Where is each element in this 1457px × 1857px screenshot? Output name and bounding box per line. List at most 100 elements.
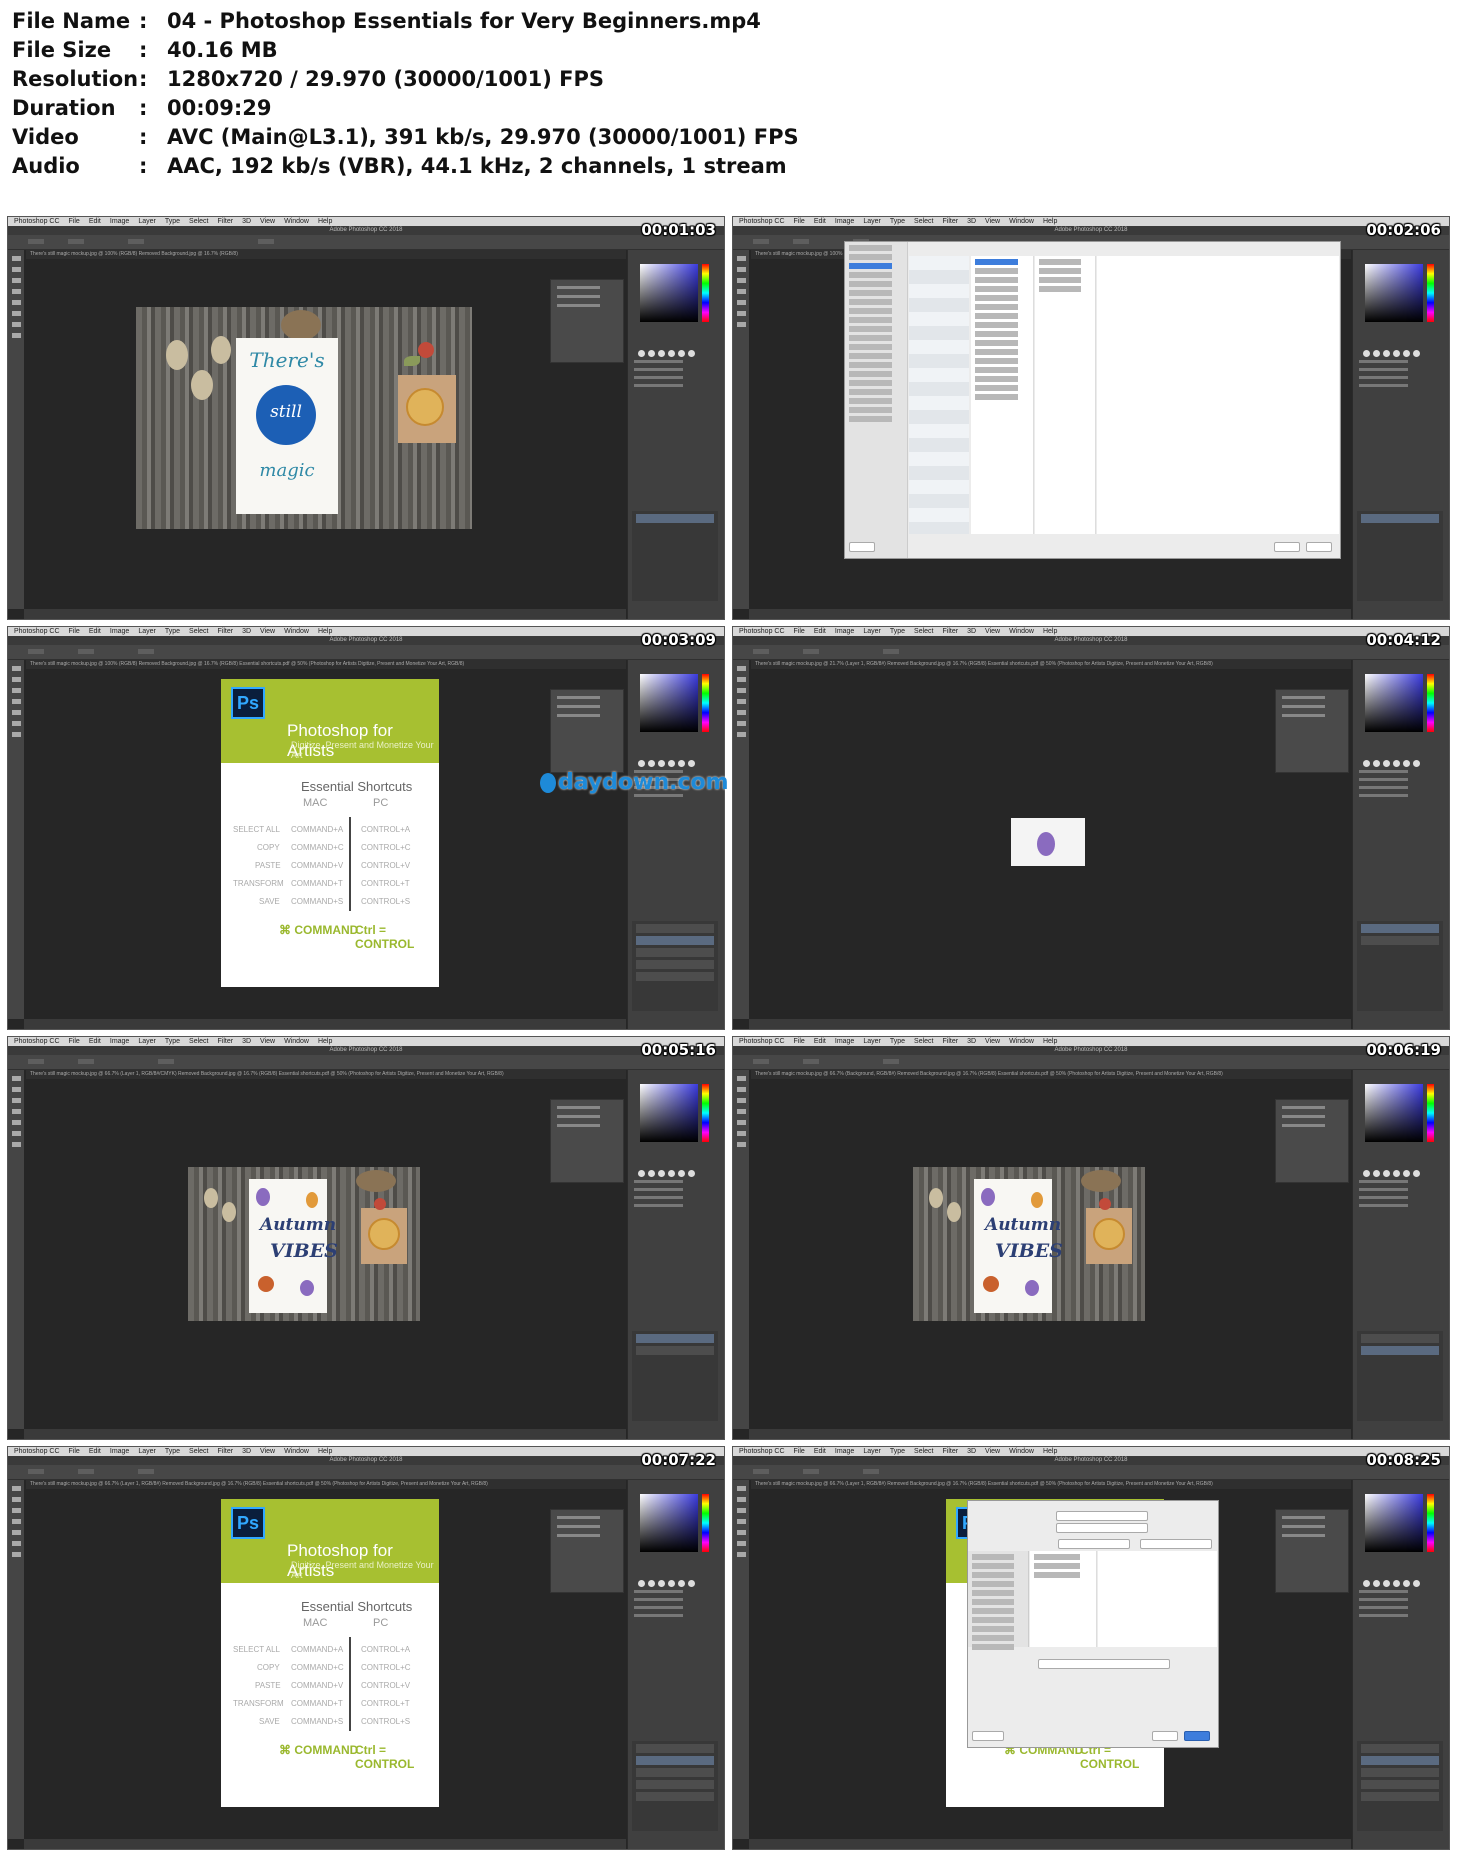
menu-item[interactable]: Filter — [943, 218, 959, 225]
menu-item[interactable]: Filter — [218, 218, 234, 225]
menu-item[interactable]: 3D — [967, 1038, 976, 1045]
files-column[interactable] — [1030, 1551, 1097, 1647]
options-button[interactable] — [849, 542, 875, 552]
menu-item[interactable]: Window — [284, 1448, 309, 1455]
canvas-area[interactable]: Autumn VIBES — [26, 1080, 626, 1429]
menu-item[interactable]: Edit — [814, 628, 826, 635]
menu-item[interactable]: Select — [914, 218, 933, 225]
brush-presets[interactable] — [1363, 342, 1437, 357]
hue-slider[interactable] — [702, 1494, 709, 1552]
cancel-button[interactable] — [1274, 542, 1300, 552]
hue-slider[interactable] — [702, 1084, 709, 1142]
menu-item[interactable]: View — [260, 1448, 275, 1455]
menu-item[interactable]: Filter — [943, 628, 959, 635]
menu-item[interactable]: Layer — [138, 1038, 156, 1045]
menu-item[interactable]: Help — [1043, 1038, 1057, 1045]
document-tabs[interactable]: There's still magic mockup.jpg @ 66.7% (… — [26, 1480, 626, 1489]
color-picker[interactable] — [640, 264, 698, 322]
open-button[interactable] — [1306, 542, 1332, 552]
menu-item[interactable]: Type — [890, 628, 905, 635]
menu-item[interactable]: 3D — [242, 1038, 251, 1045]
document-tabs[interactable]: There's still magic mockup.jpg @ 100% (R… — [26, 250, 626, 259]
menu-item[interactable]: Type — [165, 1038, 180, 1045]
menu-item[interactable]: File — [794, 628, 805, 635]
menu-item[interactable]: Select — [914, 1038, 933, 1045]
layers-panel[interactable] — [1357, 511, 1443, 601]
new-folder-button[interactable] — [972, 1731, 1004, 1741]
menu-item[interactable]: Window — [1009, 628, 1034, 635]
menu-item[interactable]: Layer — [138, 218, 156, 225]
menu-item[interactable]: View — [985, 1038, 1000, 1045]
menu-item[interactable]: Select — [914, 1448, 933, 1455]
color-picker[interactable] — [640, 1084, 698, 1142]
cancel-button[interactable] — [1152, 1731, 1178, 1741]
menu-item[interactable]: Window — [284, 628, 309, 635]
menu-item[interactable]: Photoshop CC — [739, 1448, 785, 1455]
brush-presets[interactable] — [638, 1162, 712, 1177]
menu-item[interactable]: Window — [1009, 218, 1034, 225]
zoom-tool-icon[interactable] — [11, 333, 21, 338]
layers-panel[interactable] — [632, 921, 718, 1011]
menu-item[interactable]: Type — [165, 1448, 180, 1455]
thumbnail-4[interactable]: Photoshop CC File Edit Image Layer Type Select… — [732, 626, 1450, 1030]
menu-item[interactable]: Image — [835, 1038, 854, 1045]
menu-item[interactable]: Image — [110, 628, 129, 635]
layers-panel[interactable] — [1357, 1741, 1443, 1831]
marquee-tool-icon[interactable] — [11, 267, 21, 272]
document-tabs[interactable]: There's still magic mockup.jpg @ 21.7% (… — [751, 660, 1351, 669]
menu-item[interactable]: Edit — [814, 1448, 826, 1455]
hue-slider[interactable] — [1427, 264, 1434, 322]
hue-slider[interactable] — [702, 264, 709, 322]
menu-item[interactable]: View — [985, 628, 1000, 635]
brush-presets[interactable] — [638, 1572, 712, 1587]
brush-presets[interactable] — [1363, 1162, 1437, 1177]
menu-item[interactable]: View — [985, 1448, 1000, 1455]
color-picker[interactable] — [1365, 1494, 1423, 1552]
thumbnail-7[interactable]: Photoshop CC File Edit Image Layer Type Select… — [7, 1446, 725, 1850]
menu-item[interactable]: Layer — [863, 628, 881, 635]
menu-item[interactable]: Help — [318, 1038, 332, 1045]
menu-item[interactable]: Filter — [218, 628, 234, 635]
layers-panel[interactable] — [632, 511, 718, 601]
menu-item[interactable]: Select — [914, 628, 933, 635]
color-picker[interactable] — [1365, 674, 1423, 732]
document-tabs[interactable]: There's still magic mockup.jpg @ 66.7% (… — [751, 1070, 1351, 1079]
brush-presets[interactable] — [1363, 1572, 1437, 1587]
menu-item[interactable]: Select — [189, 1448, 208, 1455]
menu-item[interactable]: Image — [110, 1038, 129, 1045]
menu-item[interactable]: File — [69, 628, 80, 635]
hue-slider[interactable] — [1427, 1494, 1434, 1552]
menu-item[interactable]: Filter — [218, 1448, 234, 1455]
menu-item[interactable]: Photoshop CC — [739, 218, 785, 225]
menu-item[interactable]: Type — [165, 628, 180, 635]
menu-item[interactable]: Select — [189, 628, 208, 635]
tags-field[interactable] — [1056, 1523, 1148, 1533]
thumbnail-8[interactable]: Photoshop CC File Edit Image Layer Type Select… — [732, 1446, 1450, 1850]
menu-item[interactable]: Edit — [89, 218, 101, 225]
menu-item[interactable]: 3D — [967, 218, 976, 225]
canvas-area[interactable]: Autumn VIBES — [751, 1080, 1351, 1429]
color-picker[interactable] — [1365, 1084, 1423, 1142]
menu-item[interactable]: Window — [284, 218, 309, 225]
brush-tool-icon[interactable] — [11, 300, 21, 305]
thumbnail-1[interactable]: Photoshop CC File Edit Image Layer Type Select… — [7, 216, 725, 620]
menu-item[interactable]: Type — [165, 218, 180, 225]
menu-item[interactable]: Photoshop CC — [739, 628, 785, 635]
canvas-area[interactable]: There's still magic — [26, 260, 626, 609]
menu-item[interactable]: Type — [890, 1038, 905, 1045]
menu-item[interactable]: Photoshop CC — [739, 1038, 785, 1045]
brush-presets[interactable] — [1363, 752, 1437, 767]
hue-slider[interactable] — [1427, 1084, 1434, 1142]
menu-item[interactable]: Image — [110, 218, 129, 225]
menu-item[interactable]: File — [69, 1038, 80, 1045]
menu-item[interactable]: Help — [318, 218, 332, 225]
lasso-tool-icon[interactable] — [11, 278, 21, 283]
save-button[interactable] — [1184, 1731, 1210, 1741]
menu-item[interactable]: Image — [835, 218, 854, 225]
eraser-tool-icon[interactable] — [11, 311, 21, 316]
type-tool-icon[interactable] — [11, 322, 21, 327]
document-tabs[interactable]: There's still magic mockup.jpg @ 66.7% (… — [751, 1480, 1351, 1489]
open-file-dialog[interactable] — [844, 241, 1341, 559]
menu-item[interactable]: Help — [318, 1448, 332, 1455]
location-select[interactable] — [1058, 1539, 1130, 1549]
